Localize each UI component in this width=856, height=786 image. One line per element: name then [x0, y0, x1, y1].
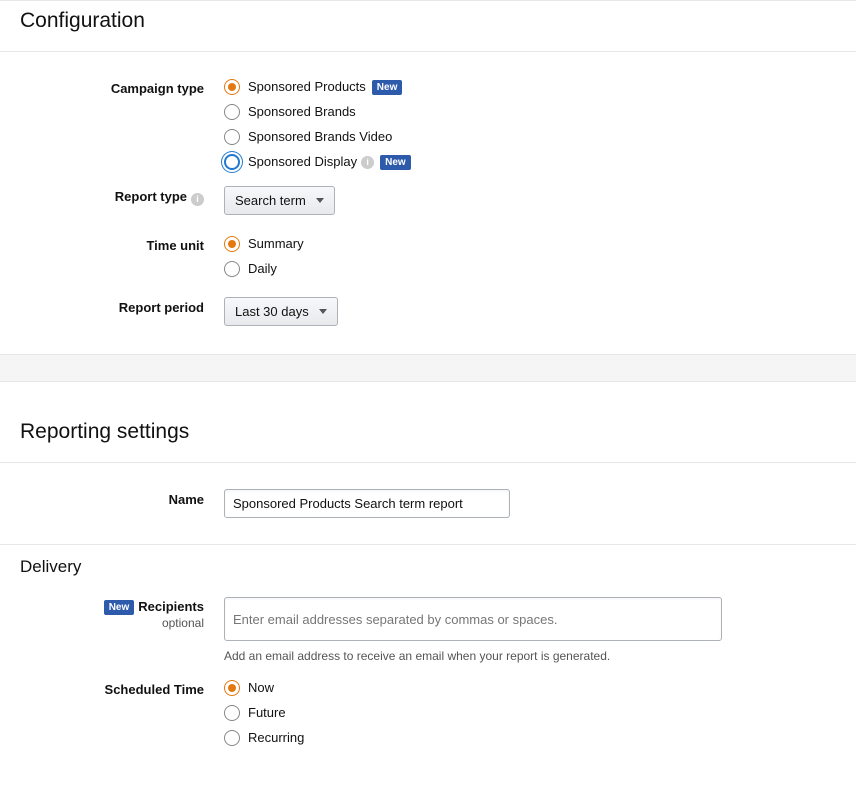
delivery-title: Delivery [0, 545, 856, 593]
report-period-select[interactable]: Last 30 days [224, 297, 338, 326]
scheduled-time-now[interactable]: Now [224, 679, 856, 697]
radio-label: Now [248, 679, 274, 697]
radio-label: Sponsored Products [248, 78, 366, 96]
radio-icon [224, 705, 240, 721]
radio-label: Summary [248, 235, 304, 253]
radio-label: Recurring [248, 729, 304, 747]
radio-label: Daily [248, 260, 277, 278]
recipients-label: NewRecipients optional [0, 597, 212, 631]
report-period-label: Report period [0, 297, 212, 317]
configuration-section: Configuration Campaign type Sponsored Pr… [0, 1, 856, 354]
campaign-type-sponsored-brands[interactable]: Sponsored Brands [224, 103, 856, 121]
recipients-hint: Add an email address to receive an email… [224, 649, 856, 663]
radio-label: Sponsored Brands [248, 103, 356, 121]
campaign-type-sponsored-brands-video[interactable]: Sponsored Brands Video [224, 128, 856, 146]
chevron-down-icon [319, 309, 327, 314]
chevron-down-icon [316, 198, 324, 203]
new-badge: New [380, 155, 411, 170]
radio-icon [224, 261, 240, 277]
campaign-type-sponsored-products[interactable]: Sponsored Products New [224, 78, 856, 96]
scheduled-time-recurring[interactable]: Recurring [224, 729, 856, 747]
radio-icon [224, 129, 240, 145]
radio-icon [224, 730, 240, 746]
select-value: Last 30 days [235, 304, 309, 319]
campaign-type-label: Campaign type [0, 78, 212, 98]
new-badge: New [372, 80, 403, 95]
info-icon[interactable]: i [191, 193, 204, 206]
report-type-select[interactable]: Search term [224, 186, 335, 215]
select-value: Search term [235, 193, 306, 208]
configuration-title: Configuration [0, 1, 856, 51]
report-type-label: Report typei [0, 186, 212, 206]
section-gap [0, 354, 856, 382]
new-badge: New [104, 600, 135, 615]
radio-icon [224, 236, 240, 252]
scheduled-time-label: Scheduled Time [0, 679, 212, 699]
radio-label: Future [248, 704, 286, 722]
radio-icon [224, 154, 240, 170]
report-name-input[interactable] [224, 489, 510, 518]
time-unit-summary[interactable]: Summary [224, 235, 856, 253]
reporting-settings-section: Reporting settings Name Delivery NewReci… [0, 382, 856, 758]
optional-label: optional [0, 615, 204, 631]
time-unit-label: Time unit [0, 235, 212, 255]
radio-icon [224, 104, 240, 120]
radio-icon [224, 79, 240, 95]
info-icon[interactable]: i [361, 156, 374, 169]
radio-icon [224, 680, 240, 696]
radio-label: Sponsored Display [248, 153, 357, 171]
campaign-type-sponsored-display[interactable]: Sponsored Display i New [224, 153, 856, 171]
recipients-input[interactable] [224, 597, 722, 641]
reporting-settings-title: Reporting settings [0, 412, 856, 462]
radio-label: Sponsored Brands Video [248, 128, 392, 146]
scheduled-time-future[interactable]: Future [224, 704, 856, 722]
time-unit-daily[interactable]: Daily [224, 260, 856, 278]
name-label: Name [0, 489, 212, 509]
